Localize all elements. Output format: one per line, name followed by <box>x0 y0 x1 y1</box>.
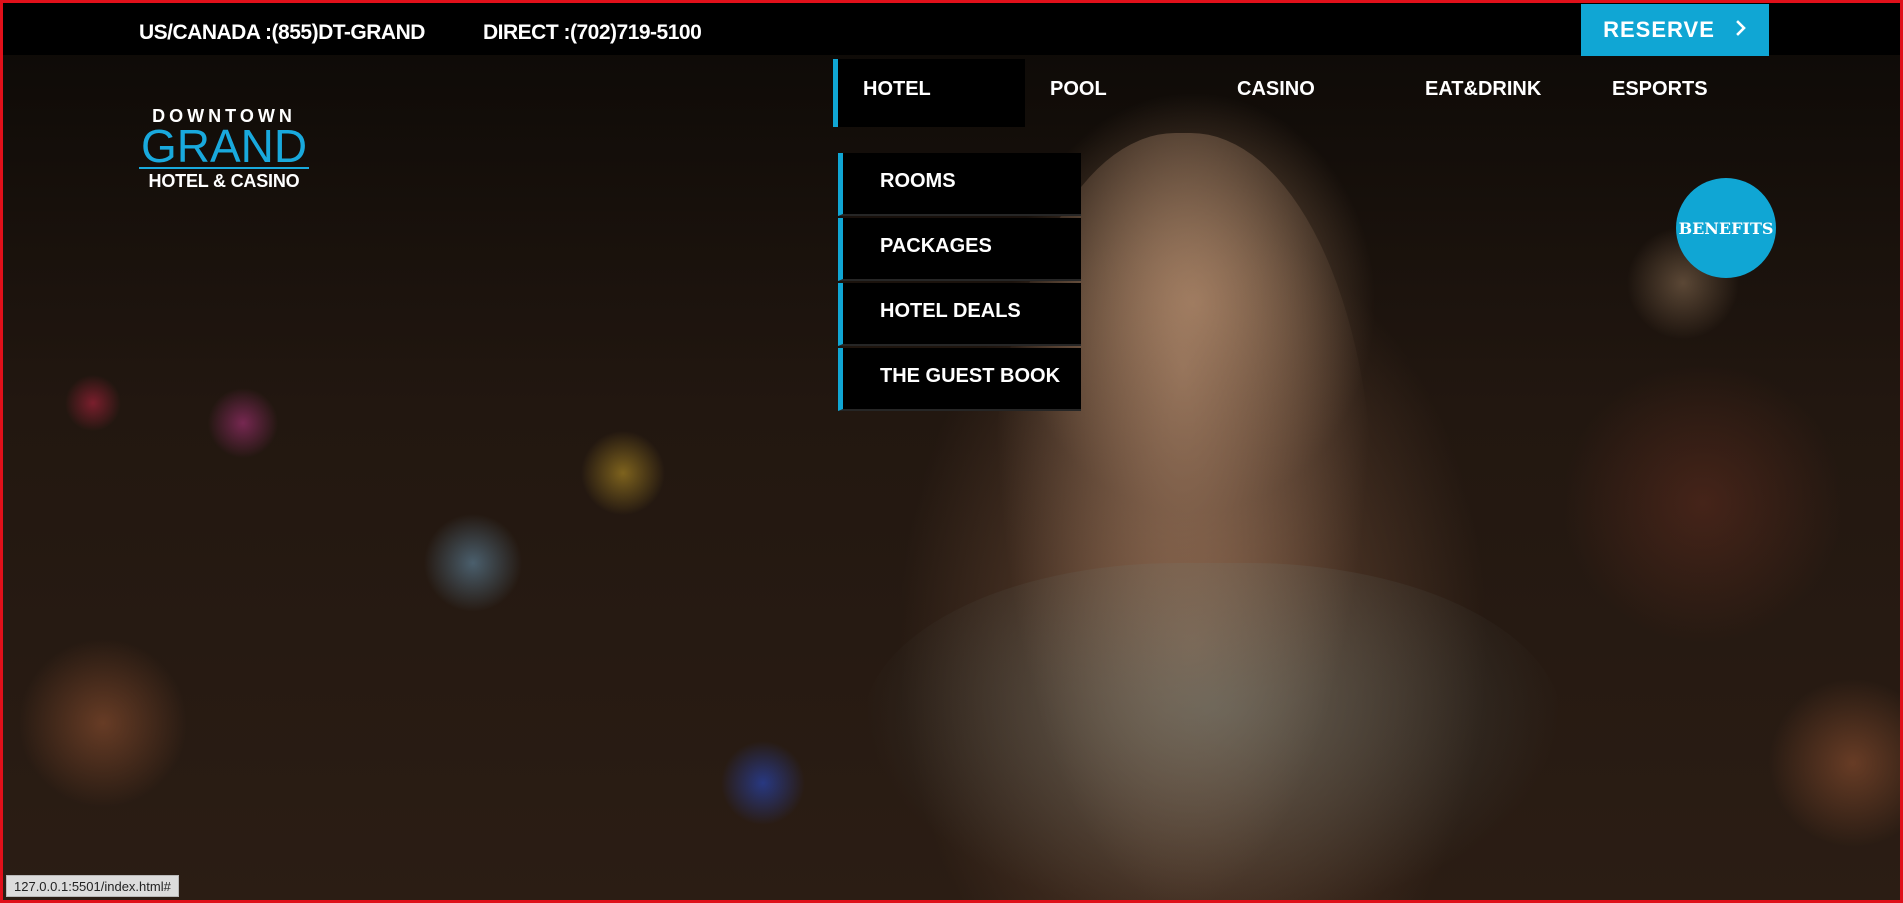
dropdown-item-rooms[interactable]: ROOMS <box>838 153 1081 216</box>
nav-item-eat-drink[interactable]: EAT&DRINK <box>1425 59 1541 127</box>
hero-image-dress <box>863 563 1563 900</box>
dropdown-item-packages[interactable]: PACKAGES <box>838 218 1081 281</box>
logo-text-grand: GRAND <box>139 120 309 172</box>
nav-item-hotel[interactable]: HOTEL <box>833 59 1025 127</box>
reserve-button[interactable]: RESERVE <box>1581 4 1769 56</box>
nav-item-esports[interactable]: ESPORTS <box>1612 59 1708 127</box>
page-viewport: US/CANADA :(855)DT-GRAND DIRECT :(702)71… <box>0 0 1903 903</box>
dropdown-item-guest-book[interactable]: THE GUEST BOOK <box>838 348 1081 411</box>
dropdown-item-hotel-deals[interactable]: HOTEL DEALS <box>838 283 1081 346</box>
nav-item-pool[interactable]: POOL <box>1050 59 1107 127</box>
logo-text-hotel-casino: HOTEL & CASINO <box>148 171 300 191</box>
chevron-right-icon <box>1735 20 1747 40</box>
phone-us-canada[interactable]: US/CANADA :(855)DT-GRAND <box>139 21 425 45</box>
hotel-dropdown-menu: ROOMS PACKAGES HOTEL DEALS THE GUEST BOO… <box>838 153 1081 413</box>
site-logo[interactable]: DOWNTOWN GRAND HOTEL & CASINO <box>139 107 309 191</box>
phone-direct[interactable]: DIRECT :(702)719-5100 <box>483 21 702 45</box>
nav-item-casino[interactable]: CASINO <box>1237 59 1315 127</box>
benefits-button[interactable]: BENEFITS <box>1676 178 1776 278</box>
status-bar-url: 127.0.0.1:5501/index.html# <box>6 875 179 897</box>
reserve-label: RESERVE <box>1603 17 1715 42</box>
